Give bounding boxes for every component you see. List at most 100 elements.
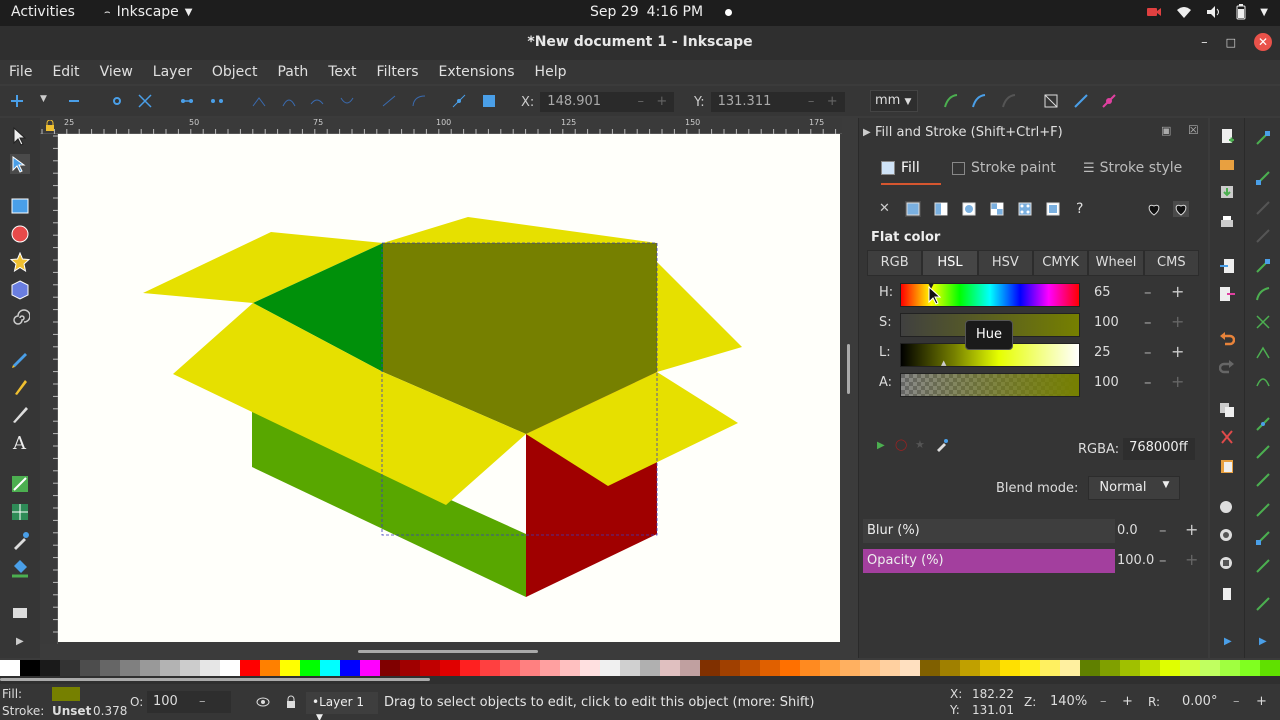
tab-stroke-style[interactable]: ☰ Stroke style <box>1083 160 1182 176</box>
palette-swatch[interactable] <box>820 660 840 676</box>
rotation-input[interactable]: 0.00° – + <box>1176 691 1276 713</box>
palette-swatch[interactable] <box>760 660 780 676</box>
fill-rule-nonzero-icon[interactable] <box>1173 201 1189 217</box>
palette-swatch[interactable] <box>20 660 40 676</box>
mode-rgb[interactable]: RGB <box>867 250 923 276</box>
snap-bbox-icon[interactable] <box>1255 170 1271 186</box>
clock[interactable]: Sep 29 4:16 PM <box>590 4 733 20</box>
spiral-tool-icon[interactable] <box>10 308 30 328</box>
menu-object[interactable]: Object <box>212 64 258 80</box>
palette-swatch[interactable] <box>580 660 600 676</box>
palette-swatch[interactable] <box>280 660 300 676</box>
saturation-increment[interactable]: + <box>1171 312 1184 331</box>
pencil-tool-icon[interactable] <box>10 348 30 368</box>
insert-node-icon[interactable] <box>10 94 24 108</box>
current-layer-select[interactable]: •Layer 1 ▼ <box>306 692 378 720</box>
tab-stroke-paint[interactable]: Stroke paint <box>952 160 1056 176</box>
hue-decrement[interactable]: – <box>1144 283 1152 301</box>
palette-swatch[interactable] <box>440 660 460 676</box>
palette-swatch[interactable] <box>480 660 500 676</box>
palette-swatch[interactable] <box>1160 660 1180 676</box>
blur-increment[interactable]: + <box>1185 520 1198 539</box>
fill-indicator-swatch[interactable] <box>52 687 80 701</box>
alpha-slider[interactable] <box>900 373 1080 397</box>
calligraphy-tool-icon[interactable] <box>10 404 30 424</box>
tab-fill[interactable]: Fill <box>881 160 920 176</box>
palette-swatch[interactable] <box>1080 660 1100 676</box>
palette-swatch[interactable] <box>1120 660 1140 676</box>
join-nodes-icon[interactable] <box>110 94 124 108</box>
snap-path-intersection-icon[interactable] <box>1255 314 1271 330</box>
rgba-input[interactable]: 768000ff <box>1123 438 1196 460</box>
palette-swatch[interactable] <box>1260 660 1280 676</box>
snap-cusp-nodes-icon[interactable] <box>1255 344 1271 360</box>
drawing-canvas[interactable] <box>58 134 840 642</box>
open-document-icon[interactable] <box>1219 156 1235 172</box>
palette-swatch[interactable] <box>1240 660 1260 676</box>
palette-swatch[interactable] <box>640 660 660 676</box>
mode-cmyk[interactable]: CMYK <box>1032 250 1089 276</box>
show-outline-icon[interactable] <box>972 94 986 108</box>
mesh-tool-icon[interactable] <box>10 502 30 522</box>
palette-swatch[interactable] <box>780 660 800 676</box>
minimize-icon[interactable]: – <box>1201 35 1208 50</box>
mode-hsl[interactable]: HSL <box>922 250 978 276</box>
stroke-indicator-value[interactable]: Unset <box>52 704 91 718</box>
palette-swatch[interactable] <box>460 660 480 676</box>
menu-text[interactable]: Text <box>328 64 356 80</box>
lightness-increment[interactable]: + <box>1171 342 1184 361</box>
unset-paint-icon[interactable]: ? <box>1076 201 1092 217</box>
paint-bucket-tool-icon[interactable] <box>10 558 30 578</box>
app-menu[interactable]: ⌢ Inkscape ▼ <box>104 4 192 20</box>
palette-swatch[interactable] <box>720 660 740 676</box>
circle-tool-icon[interactable] <box>10 224 30 244</box>
gradient-tool-icon[interactable] <box>10 474 30 494</box>
palette-swatch[interactable] <box>200 660 220 676</box>
node-cusp-icon[interactable] <box>252 94 266 108</box>
zoom-drawing-icon[interactable] <box>1219 528 1235 544</box>
palette-swatch[interactable] <box>260 660 280 676</box>
palette-swatch[interactable] <box>860 660 880 676</box>
hue-increment[interactable]: + <box>1171 282 1184 301</box>
alpha-value[interactable]: 100 <box>1094 375 1119 390</box>
snap-midpoints-icon[interactable] <box>1255 416 1271 432</box>
no-paint-icon[interactable]: ✕ <box>879 201 895 217</box>
join-segment-icon[interactable] <box>180 94 194 108</box>
eraser-tool-icon[interactable] <box>10 600 30 620</box>
selector-tool-icon[interactable] <box>10 126 30 146</box>
snap-paths-icon[interactable] <box>1255 286 1271 302</box>
menu-filters[interactable]: Filters <box>377 64 419 80</box>
snap-rotation-centers-icon[interactable] <box>1255 472 1271 488</box>
opacity-indicator-input[interactable]: 100 – <box>147 691 231 713</box>
palette-swatch[interactable] <box>700 660 720 676</box>
palette-swatch[interactable] <box>1180 660 1200 676</box>
x-stepper[interactable]: – + <box>638 94 668 110</box>
node-smooth-icon[interactable] <box>282 94 296 108</box>
palette-swatch[interactable] <box>980 660 1000 676</box>
next-path-effect-icon[interactable] <box>1002 94 1016 108</box>
horizontal-scroll-thumb[interactable] <box>358 650 538 653</box>
show-handles-icon[interactable] <box>944 94 958 108</box>
node-auto-smooth-icon[interactable] <box>340 94 354 108</box>
lock-guides-icon[interactable] <box>44 120 56 132</box>
palette-swatch[interactable] <box>1140 660 1160 676</box>
menu-file[interactable]: File <box>9 64 32 80</box>
snap-text-baseline-icon[interactable] <box>1255 502 1271 518</box>
opacity-decrement[interactable]: – <box>1159 551 1167 569</box>
zoom-input[interactable]: 140% – + <box>1044 691 1140 713</box>
zoom-page-icon[interactable] <box>1219 556 1235 572</box>
palette-swatch[interactable] <box>800 660 820 676</box>
palette-swatch[interactable] <box>100 660 120 676</box>
swatch-icon[interactable] <box>1045 201 1061 217</box>
alpha-decrement[interactable]: – <box>1144 373 1152 391</box>
palette-swatch[interactable] <box>240 660 260 676</box>
opacity-indicator-decrement[interactable]: – <box>199 694 206 709</box>
palette-swatch[interactable] <box>1020 660 1040 676</box>
blur-value[interactable]: 0.0 <box>1117 523 1138 538</box>
break-path-icon[interactable] <box>138 94 152 108</box>
maximize-icon[interactable]: □ <box>1226 36 1236 49</box>
palette-swatch[interactable] <box>360 660 380 676</box>
paste-icon[interactable] <box>1219 458 1235 474</box>
palette-swatch[interactable] <box>660 660 680 676</box>
palette-swatch[interactable] <box>380 660 400 676</box>
